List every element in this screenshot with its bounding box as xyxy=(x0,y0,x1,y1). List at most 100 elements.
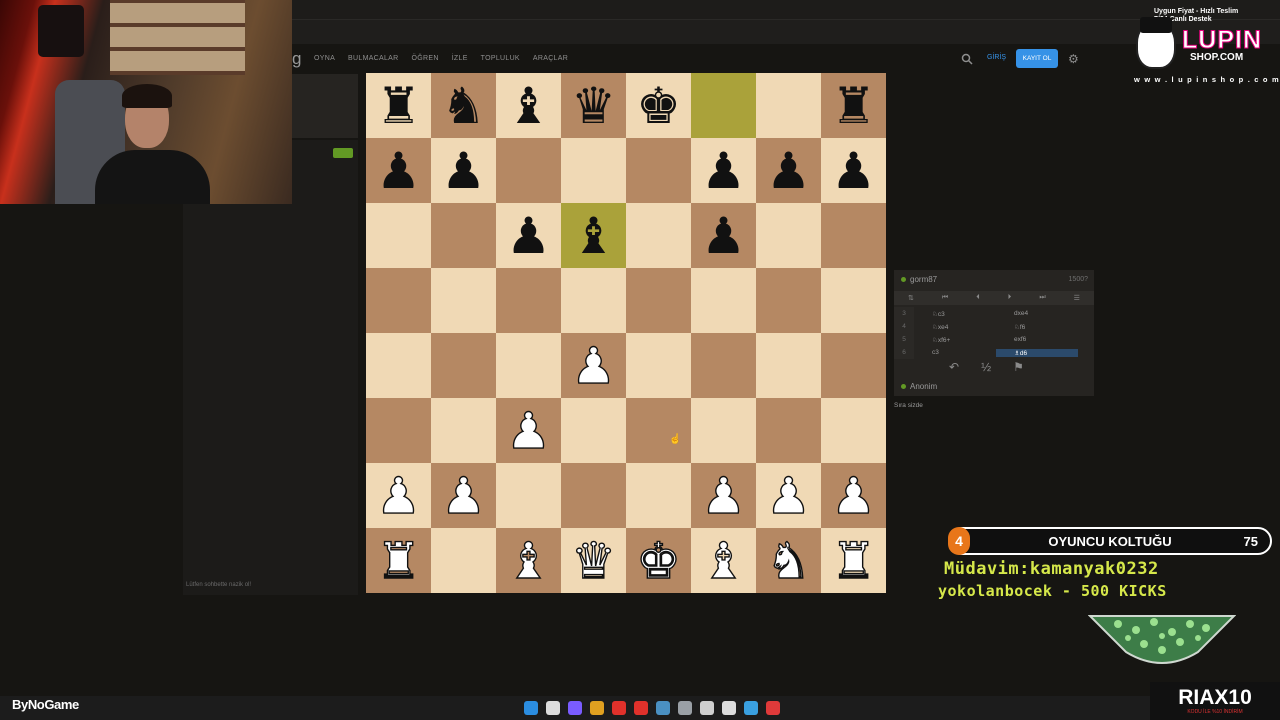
square-b2[interactable]: ♟ xyxy=(431,463,496,528)
site-logo[interactable]: g xyxy=(292,49,301,69)
white-pawn-icon[interactable]: ♟ xyxy=(570,340,616,391)
chat-icon[interactable] xyxy=(568,701,582,715)
square-g6[interactable] xyxy=(756,203,821,268)
stream-icon[interactable] xyxy=(678,701,692,715)
black-pawn-icon[interactable]: ♟ xyxy=(701,146,746,196)
square-f6[interactable]: ♟ xyxy=(691,203,756,268)
chrome-icon[interactable] xyxy=(590,701,604,715)
square-e6[interactable] xyxy=(626,203,691,268)
white-move[interactable]: ♘c3 xyxy=(914,310,996,318)
square-a7[interactable]: ♟ xyxy=(366,138,431,203)
black-pawn-icon[interactable]: ♟ xyxy=(506,211,551,261)
white-move[interactable]: ♘xe4 xyxy=(914,323,996,331)
square-a1[interactable]: ♜ xyxy=(366,528,431,593)
square-a2[interactable]: ♟ xyxy=(366,463,431,528)
square-e2[interactable] xyxy=(626,463,691,528)
last-move-icon[interactable]: ⏭ xyxy=(1039,294,1045,302)
square-d6[interactable]: ♝ xyxy=(561,203,626,268)
black-pawn-icon[interactable]: ♟ xyxy=(831,146,876,196)
square-g3[interactable] xyxy=(756,398,821,463)
square-b8[interactable]: ♞ xyxy=(431,73,496,138)
next-move-icon[interactable]: ⏵ xyxy=(1008,294,1012,302)
menu-item-play[interactable]: OYNA xyxy=(314,55,335,62)
square-a3[interactable] xyxy=(366,398,431,463)
white-knight-icon[interactable]: ♞ xyxy=(765,535,811,586)
square-d5[interactable] xyxy=(561,268,626,333)
menu-item-tools[interactable]: ARAÇLAR xyxy=(533,55,568,62)
square-b4[interactable] xyxy=(431,333,496,398)
menu-item-puzzles[interactable]: BULMACALAR xyxy=(348,55,398,62)
square-d7[interactable] xyxy=(561,138,626,203)
square-a6[interactable] xyxy=(366,203,431,268)
square-b1[interactable] xyxy=(431,528,496,593)
takeback-icon[interactable]: ↶ xyxy=(949,360,959,374)
square-e4[interactable] xyxy=(626,333,691,398)
square-h8[interactable]: ♜ xyxy=(821,73,886,138)
square-a4[interactable] xyxy=(366,333,431,398)
square-f3[interactable] xyxy=(691,398,756,463)
square-f5[interactable] xyxy=(691,268,756,333)
opera-icon[interactable] xyxy=(612,701,626,715)
white-bishop-icon[interactable]: ♝ xyxy=(505,535,551,586)
square-a5[interactable] xyxy=(366,268,431,333)
resign-flag-icon[interactable]: ⚑ xyxy=(1013,360,1024,374)
square-f4[interactable] xyxy=(691,333,756,398)
white-move[interactable]: c3 xyxy=(914,349,996,356)
white-pawn-icon[interactable]: ♟ xyxy=(440,470,486,521)
square-h7[interactable]: ♟ xyxy=(821,138,886,203)
white-pawn-icon[interactable]: ♟ xyxy=(700,470,746,521)
menu-icon[interactable]: ☰ xyxy=(1074,294,1080,302)
calculator-icon[interactable] xyxy=(700,701,714,715)
login-link[interactable]: GİRİŞ xyxy=(987,54,1006,61)
square-f7[interactable]: ♟ xyxy=(691,138,756,203)
chat-input[interactable]: Lütfen sohbette nazik ol! xyxy=(186,582,251,588)
black-move[interactable]: ♗d6 xyxy=(996,348,1078,357)
square-g7[interactable]: ♟ xyxy=(756,138,821,203)
black-queen-icon[interactable]: ♛ xyxy=(571,81,616,131)
chess-board[interactable]: ♜ ♞ ♝ ♛ ♚ ♜ ♟ ♟ ♟ ♟ ♟ ♟ ♝ ♟ ♟ ♟ ♟ ♟ ♟ ♟ ♟ ♜ ♝ ♛ ♚ ♝ ♞ ♜ xyxy=(366,73,886,593)
flip-board-icon[interactable]: ⇅ xyxy=(908,294,914,302)
square-c5[interactable] xyxy=(496,268,561,333)
square-h4[interactable] xyxy=(821,333,886,398)
square-b7[interactable]: ♟ xyxy=(431,138,496,203)
white-pawn-icon[interactable]: ♟ xyxy=(505,405,551,456)
white-move[interactable]: ♘xf6+ xyxy=(914,336,996,344)
search-icon[interactable] xyxy=(546,701,560,715)
black-rook-icon[interactable]: ♜ xyxy=(831,81,876,131)
signup-button[interactable]: KAYIT OL xyxy=(1016,49,1058,68)
draw-offer-button[interactable]: ½ xyxy=(981,360,991,374)
square-d1[interactable]: ♛ xyxy=(561,528,626,593)
black-pawn-icon[interactable]: ♟ xyxy=(441,146,486,196)
square-c6[interactable]: ♟ xyxy=(496,203,561,268)
square-d4[interactable]: ♟ xyxy=(561,333,626,398)
black-bishop-icon[interactable]: ♝ xyxy=(571,211,616,261)
search-icon[interactable] xyxy=(961,53,973,65)
record-icon[interactable] xyxy=(766,701,780,715)
white-pawn-icon[interactable]: ♟ xyxy=(765,470,811,521)
square-b6[interactable] xyxy=(431,203,496,268)
white-rook-icon[interactable]: ♜ xyxy=(375,535,421,586)
square-b5[interactable] xyxy=(431,268,496,333)
black-knight-icon[interactable]: ♞ xyxy=(441,81,486,131)
square-e5[interactable] xyxy=(626,268,691,333)
chat-toggle[interactable] xyxy=(333,148,353,158)
white-pawn-icon[interactable]: ♟ xyxy=(375,470,421,521)
square-c7[interactable] xyxy=(496,138,561,203)
black-pawn-icon[interactable]: ♟ xyxy=(766,146,811,196)
square-f8[interactable] xyxy=(691,73,756,138)
menu-item-learn[interactable]: ÖĞREN xyxy=(412,55,439,62)
square-h6[interactable] xyxy=(821,203,886,268)
square-c8[interactable]: ♝ xyxy=(496,73,561,138)
square-h2[interactable]: ♟ xyxy=(821,463,886,528)
square-f1[interactable]: ♝ xyxy=(691,528,756,593)
black-move[interactable]: exf6 xyxy=(996,336,1078,343)
square-a8[interactable]: ♜ xyxy=(366,73,431,138)
square-h1[interactable]: ♜ xyxy=(821,528,886,593)
menu-item-watch[interactable]: İZLE xyxy=(452,55,468,62)
square-c3[interactable]: ♟ xyxy=(496,398,561,463)
black-king-icon[interactable]: ♚ xyxy=(636,81,681,131)
square-g4[interactable] xyxy=(756,333,821,398)
back-icon[interactable] xyxy=(722,701,736,715)
windows-icon[interactable] xyxy=(524,701,538,715)
square-f2[interactable]: ♟ xyxy=(691,463,756,528)
